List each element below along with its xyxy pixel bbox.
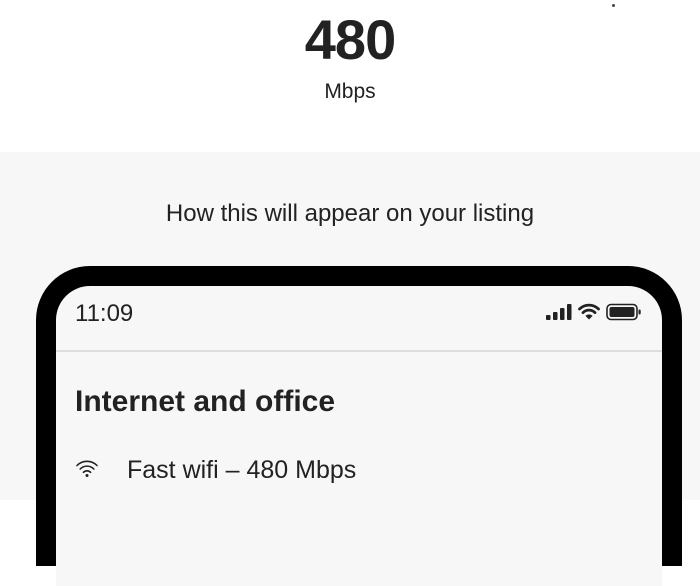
amenity-label: Fast wifi – 480 Mbps bbox=[127, 456, 357, 484]
section-title: Internet and office bbox=[75, 385, 336, 418]
signal-bars-icon bbox=[546, 303, 572, 325]
listing-preview: How this will appear on your listing 11:… bbox=[0, 152, 700, 586]
status-bar: 11:09 bbox=[56, 286, 662, 350]
wifi-icon bbox=[578, 303, 600, 325]
battery-icon bbox=[606, 303, 642, 326]
divider bbox=[56, 350, 662, 352]
status-time: 11:09 bbox=[75, 300, 134, 327]
wifi-icon bbox=[75, 458, 99, 482]
speed-value: 480 bbox=[304, 8, 396, 71]
amenity-item: Fast wifi – 480 Mbps bbox=[75, 452, 356, 488]
preview-caption: How this will appear on your listing bbox=[165, 200, 535, 227]
status-icons bbox=[546, 303, 642, 326]
phone-screen: 11:09 Internet and office Fast wifi – 48… bbox=[56, 286, 662, 586]
decorative-dot bbox=[612, 4, 615, 7]
wifi-speed-result: 480 Mbps bbox=[0, 0, 700, 152]
speed-unit: Mbps bbox=[324, 80, 376, 103]
phone-mockup: 11:09 Internet and office Fast wifi – 48… bbox=[36, 266, 682, 586]
